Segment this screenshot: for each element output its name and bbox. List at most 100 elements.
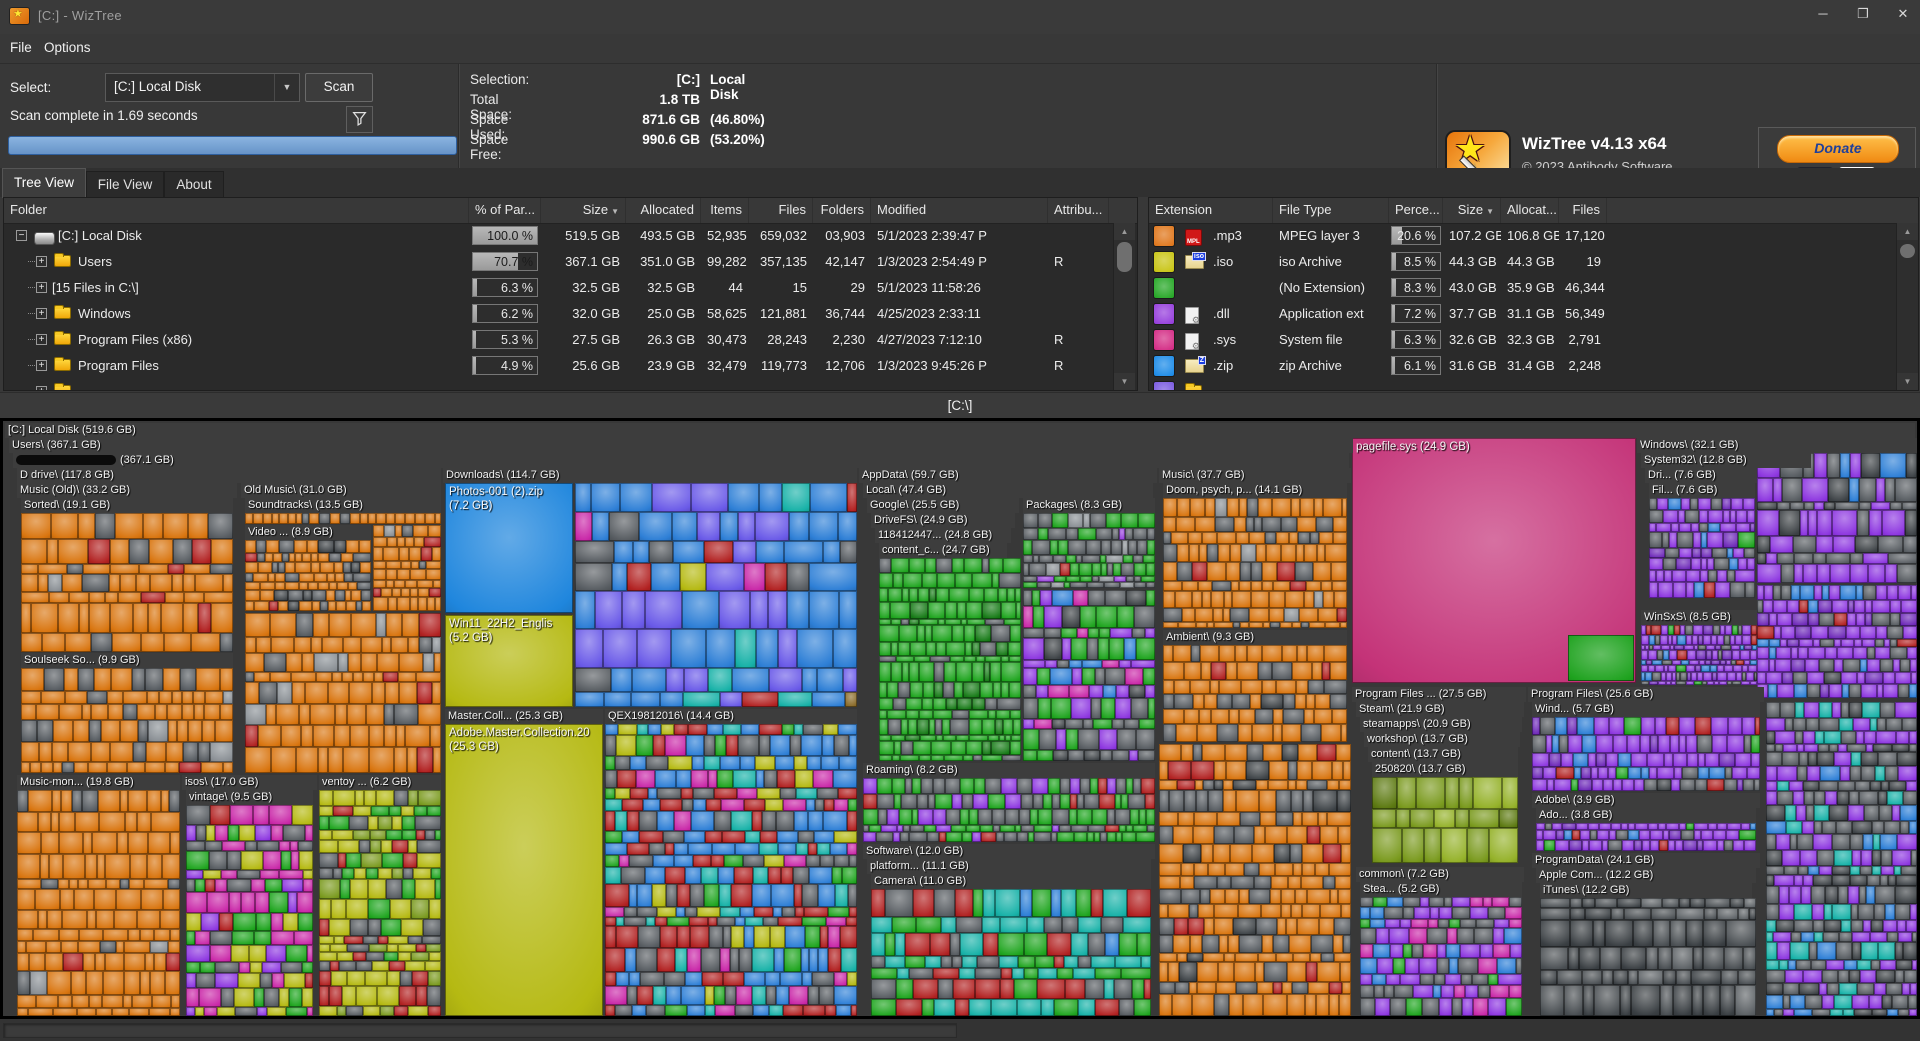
treemap-mosaic[interactable] <box>1649 498 1755 598</box>
treemap-mosaic[interactable] <box>245 513 441 524</box>
tree-expander[interactable]: + <box>36 256 47 267</box>
treemap-mosaic[interactable] <box>373 525 441 611</box>
table-row[interactable]: .sysSystem file6.3 %32.6 GB32.3 GB2,791 <box>1149 327 1918 353</box>
column-header-files[interactable]: Files <box>749 198 813 223</box>
tree-expander[interactable]: + <box>36 282 47 293</box>
table-row[interactable]: .mp3MPEG layer 320.6 %107.2 GB106.8 GB17… <box>1149 223 1918 249</box>
treemap-block[interactable] <box>1568 635 1634 681</box>
treemap[interactable]: Photos-001 (2).zip (7.2 GB)Win11_22H2_En… <box>3 421 1917 1016</box>
menu-file[interactable]: File <box>10 40 32 55</box>
folder-table-scrollbar[interactable]: ▲ ▼ <box>1113 223 1135 390</box>
treemap-mosaic[interactable] <box>1757 453 1917 583</box>
table-row[interactable]: .zipzip Archive6.1 %31.6 GB31.4 GB2,248 <box>1149 353 1918 379</box>
treemap-folder-label[interactable]: Soundtracks\ (13.5 GB) <box>245 498 441 513</box>
treemap-mosaic[interactable] <box>245 613 441 773</box>
treemap-mosaic[interactable] <box>1360 897 1522 1016</box>
treemap-mosaic[interactable] <box>319 790 441 1016</box>
treemap-folder-label[interactable]: Music\ (37.7 GB) <box>1159 468 1351 483</box>
menu-options[interactable]: Options <box>44 40 91 55</box>
treemap-folder-label[interactable]: Packages\ (8.3 GB) <box>1023 498 1155 513</box>
treemap-folder-label[interactable]: steamapps\ (20.9 GB) <box>1360 717 1522 732</box>
treemap-folder-label[interactable]: workshop\ (13.7 GB) <box>1364 732 1520 747</box>
column-header-items[interactable]: Items <box>701 198 749 223</box>
filter-button[interactable] <box>346 106 373 133</box>
column-header-file-type[interactable]: File Type <box>1273 198 1389 223</box>
treemap-folder-label[interactable]: ProgramData\ (24.1 GB) <box>1532 853 1760 868</box>
treemap-folder-label[interactable]: Stea... (5.2 GB) <box>1360 882 1522 897</box>
treemap-mosaic[interactable] <box>1757 585 1917 698</box>
treemap-mosaic[interactable] <box>1641 625 1757 685</box>
table-row[interactable]: +[15 Files in C:\]6.3 %32.5 GB32.5 GB441… <box>4 275 1137 301</box>
treemap-mosaic[interactable] <box>1372 777 1518 863</box>
treemap-folder-label[interactable]: platform... (11.1 GB) <box>867 859 1151 874</box>
column-header--of-par-[interactable]: % of Par... <box>469 198 541 223</box>
treemap-folder-label[interactable]: 118412447... (24.8 GB) <box>875 528 1011 543</box>
column-header-folders[interactable]: Folders <box>813 198 871 223</box>
treemap-folder-label[interactable]: vintage\ (9.5 GB) <box>186 790 313 805</box>
treemap-folder-label[interactable]: Downloads\ (114.7 GB) <box>443 468 857 483</box>
treemap-folder-label[interactable]: [C:] Local Disk (519.6 GB) <box>5 423 1915 438</box>
treemap-folder-label[interactable]: Soulseek So... (9.9 GB) <box>21 653 233 668</box>
close-button[interactable]: ✕ <box>1894 6 1912 22</box>
column-header-folder[interactable]: Folder <box>4 198 469 223</box>
treemap-mosaic[interactable] <box>21 513 233 652</box>
scroll-down-icon[interactable]: ▼ <box>1114 373 1135 390</box>
maximize-button[interactable]: ❐ <box>1854 6 1872 22</box>
extension-table-scrollbar[interactable]: ▲ ▼ <box>1896 223 1918 390</box>
table-row[interactable]: (No Extension)8.3 %43.0 GB35.9 GB46,344 <box>1149 275 1918 301</box>
scroll-down-icon[interactable]: ▼ <box>1897 373 1918 390</box>
treemap-folder-label[interactable]: Camera\ (11.0 GB) <box>871 874 1151 889</box>
tree-expander[interactable]: + <box>36 308 47 319</box>
treemap-block[interactable]: Adobe.Master.Collection.20 (25.3 GB) <box>445 724 603 1016</box>
table-row[interactable]: −[C:] Local Disk100.0 %519.5 GB493.5 GB5… <box>4 223 1137 249</box>
treemap-folder-label[interactable]: Apple Com... (12.2 GB) <box>1536 868 1756 883</box>
treemap-folder-label[interactable]: AppData\ (59.7 GB) <box>859 468 1157 483</box>
scroll-up-icon[interactable]: ▲ <box>1114 223 1135 240</box>
treemap-folder-label[interactable]: (367.1 GB) <box>13 453 1349 468</box>
treemap-folder-label[interactable]: common\ (7.2 GB) <box>1356 867 1524 882</box>
treemap-folder-label[interactable]: Music-mon... (19.8 GB) <box>17 775 180 790</box>
treemap-folder-label[interactable]: Adobe\ (3.9 GB) <box>1532 793 1760 808</box>
tree-expander[interactable]: + <box>36 334 47 345</box>
treemap-block[interactable]: Photos-001 (2).zip (7.2 GB) <box>445 483 573 613</box>
scroll-up-icon[interactable]: ▲ <box>1897 223 1918 240</box>
column-header-allocat-[interactable]: Allocat... <box>1501 198 1559 223</box>
table-row[interactable]: + <box>4 379 1137 391</box>
treemap-folder-label[interactable]: Local\ (47.4 GB) <box>863 483 1153 498</box>
treemap-mosaic[interactable] <box>871 889 1151 1016</box>
tab-about[interactable]: About <box>164 171 224 198</box>
scrollbar-thumb[interactable] <box>1117 242 1132 272</box>
treemap-folder-label[interactable]: Video ... (8.9 GB) <box>245 525 371 540</box>
column-header-files[interactable]: Files <box>1559 198 1607 223</box>
treemap-mosaic[interactable] <box>575 483 857 707</box>
tab-tree-view[interactable]: Tree View <box>2 168 86 198</box>
treemap-folder-label[interactable]: content_c... (24.7 GB) <box>879 543 1007 558</box>
treemap-folder-label[interactable]: Program Files ... (27.5 GB) <box>1352 687 1526 702</box>
treemap-folder-label[interactable]: QEX19812016\ (14.4 GB) <box>605 709 857 724</box>
treemap-mosaic[interactable] <box>1159 744 1351 1016</box>
treemap-folder-label[interactable]: content\ (13.7 GB) <box>1368 747 1518 762</box>
treemap-folder-label[interactable]: Master.Coll... (25.3 GB) <box>445 709 603 724</box>
treemap-folder-label[interactable]: Music (Old)\ (33.2 GB) <box>17 483 237 498</box>
minimize-button[interactable]: ─ <box>1814 6 1832 22</box>
treemap-mosaic[interactable] <box>1023 590 1155 761</box>
donate-button[interactable]: Donate <box>1777 135 1899 163</box>
column-header-extension[interactable]: Extension <box>1149 198 1273 223</box>
column-header-modified[interactable]: Modified <box>871 198 1048 223</box>
treemap-folder-label[interactable]: Dri... (7.6 GB) <box>1645 468 1757 483</box>
treemap-folder-label[interactable]: Ambient\ (9.3 GB) <box>1163 630 1347 645</box>
scrollbar-thumb[interactable] <box>1900 244 1915 258</box>
treemap-folder-label[interactable]: Windows\ (32.1 GB) <box>1637 438 1917 453</box>
treemap-folder-label[interactable]: Doom, psych, p... (14.1 GB) <box>1163 483 1347 498</box>
treemap-mosaic[interactable] <box>1023 513 1155 588</box>
treemap-folder-label[interactable]: 250820\ (13.7 GB) <box>1372 762 1518 777</box>
treemap-folder-label[interactable]: isos\ (17.0 GB) <box>182 775 317 790</box>
treemap-block[interactable]: Win11_22H2_Englis (5.2 GB) <box>445 615 573 707</box>
treemap-folder-label[interactable]: Old Music\ (31.0 GB) <box>241 483 441 498</box>
treemap-folder-label[interactable]: System32\ (12.8 GB) <box>1641 453 1811 468</box>
treemap-mosaic[interactable] <box>1766 702 1917 1016</box>
treemap-folder-label[interactable]: Sorted\ (19.1 GB) <box>21 498 233 513</box>
table-row[interactable]: .isoiso Archive8.5 %44.3 GB44.3 GB19 <box>1149 249 1918 275</box>
treemap-mosaic[interactable] <box>1163 645 1347 742</box>
tree-expander[interactable]: + <box>36 360 47 371</box>
